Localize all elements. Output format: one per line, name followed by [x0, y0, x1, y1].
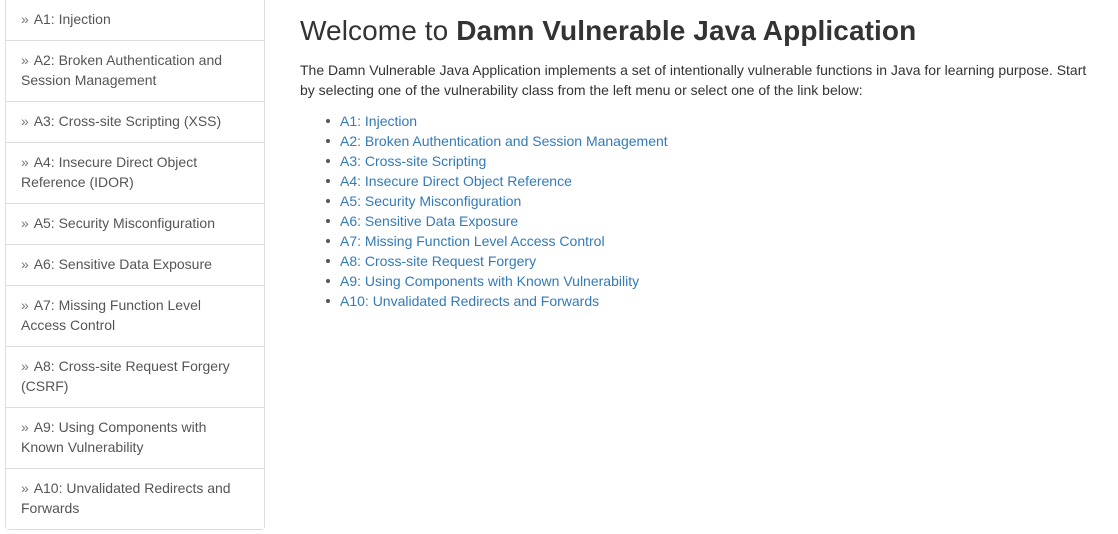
sidebar-item-a6[interactable]: » A6: Sensitive Data Exposure [6, 244, 264, 286]
list-item: A7: Missing Function Level Access Contro… [326, 231, 1106, 251]
list-item: A5: Security Misconfiguration [326, 191, 1106, 211]
chevron-double-right-icon: » [21, 255, 33, 272]
sidebar-item-a7[interactable]: » A7: Missing Function Level Access Cont… [6, 285, 264, 347]
sidebar-item-label: A8: Cross-site Request Forgery (CSRF) [21, 357, 230, 394]
sidebar-item-a9[interactable]: » A9: Using Components with Known Vulner… [6, 407, 264, 469]
chevron-double-right-icon: » [21, 479, 33, 496]
main-content: Welcome to Damn Vulnerable Java Applicat… [300, 0, 1106, 311]
page-title-app-name: Damn Vulnerable Java Application [456, 15, 917, 46]
sidebar-item-label: A2: Broken Authentication and Session Ma… [21, 51, 223, 88]
vulnerability-link-a9[interactable]: A9: Using Components with Known Vulnerab… [340, 273, 639, 289]
sidebar-item-a1[interactable]: » A1: Injection [6, 0, 264, 41]
vulnerability-link-a3[interactable]: A3: Cross-site Scripting [340, 153, 486, 169]
list-item: A10: Unvalidated Redirects and Forwards [326, 291, 1106, 311]
vulnerability-link-a2[interactable]: A2: Broken Authentication and Session Ma… [340, 133, 668, 149]
sidebar-item-label: A3: Cross-site Scripting (XSS) [33, 112, 222, 129]
vulnerability-link-a1[interactable]: A1: Injection [340, 113, 417, 129]
sidebar-item-label: A10: Unvalidated Redirects and Forwards [21, 479, 231, 516]
chevron-double-right-icon: » [21, 11, 33, 27]
page-title-prefix: Welcome to [300, 15, 457, 46]
sidebar-item-a4[interactable]: » A4: Insecure Direct Object Reference (… [6, 142, 264, 204]
list-item: A3: Cross-site Scripting [326, 151, 1106, 171]
chevron-double-right-icon: » [21, 357, 33, 374]
list-item: A9: Using Components with Known Vulnerab… [326, 271, 1106, 291]
intro-paragraph: The Damn Vulnerable Java Application imp… [300, 61, 1087, 99]
chevron-double-right-icon: » [21, 418, 33, 435]
chevron-double-right-icon: » [21, 51, 33, 68]
vulnerability-link-list: A1: Injection A2: Broken Authentication a… [300, 111, 1106, 311]
sidebar-item-a10[interactable]: » A10: Unvalidated Redirects and Forward… [6, 468, 264, 529]
vulnerability-link-a10[interactable]: A10: Unvalidated Redirects and Forwards [340, 293, 599, 309]
vulnerability-link-a6[interactable]: A6: Sensitive Data Exposure [340, 213, 518, 229]
list-item: A1: Injection [326, 111, 1106, 131]
sidebar-item-a3[interactable]: » A3: Cross-site Scripting (XSS) [6, 101, 264, 143]
chevron-double-right-icon: » [21, 214, 33, 231]
chevron-double-right-icon: » [21, 153, 33, 170]
vulnerability-link-a5[interactable]: A5: Security Misconfiguration [340, 193, 521, 209]
list-item: A2: Broken Authentication and Session Ma… [326, 131, 1106, 151]
chevron-double-right-icon: » [21, 296, 33, 313]
sidebar-nav: » A1: Injection» A2: Broken Authenticati… [5, 0, 265, 530]
app-page: » A1: Injection» A2: Broken Authenticati… [0, 0, 1118, 534]
list-item: A6: Sensitive Data Exposure [326, 211, 1106, 231]
sidebar-item-a8[interactable]: » A8: Cross-site Request Forgery (CSRF) [6, 346, 264, 408]
list-item: A8: Cross-site Request Forgery [326, 251, 1106, 271]
list-item: A4: Insecure Direct Object Reference [326, 171, 1106, 191]
sidebar-item-a2[interactable]: » A2: Broken Authentication and Session … [6, 40, 264, 102]
sidebar-item-label: A5: Security Misconfiguration [33, 214, 215, 231]
vulnerability-link-a8[interactable]: A8: Cross-site Request Forgery [340, 253, 536, 269]
sidebar-item-label: A9: Using Components with Known Vulnerab… [21, 418, 207, 455]
sidebar-item-label: A6: Sensitive Data Exposure [33, 255, 212, 272]
vulnerability-link-a4[interactable]: A4: Insecure Direct Object Reference [340, 173, 572, 189]
page-title: Welcome to Damn Vulnerable Java Applicat… [300, 14, 1106, 48]
chevron-double-right-icon: » [21, 112, 33, 129]
vulnerability-link-a7[interactable]: A7: Missing Function Level Access Contro… [340, 233, 605, 249]
sidebar-item-a5[interactable]: » A5: Security Misconfiguration [6, 203, 264, 245]
sidebar-item-label: A4: Insecure Direct Object Reference (ID… [21, 153, 198, 190]
sidebar-item-label: A7: Missing Function Level Access Contro… [21, 296, 201, 333]
sidebar-item-label: A1: Injection [33, 11, 111, 27]
